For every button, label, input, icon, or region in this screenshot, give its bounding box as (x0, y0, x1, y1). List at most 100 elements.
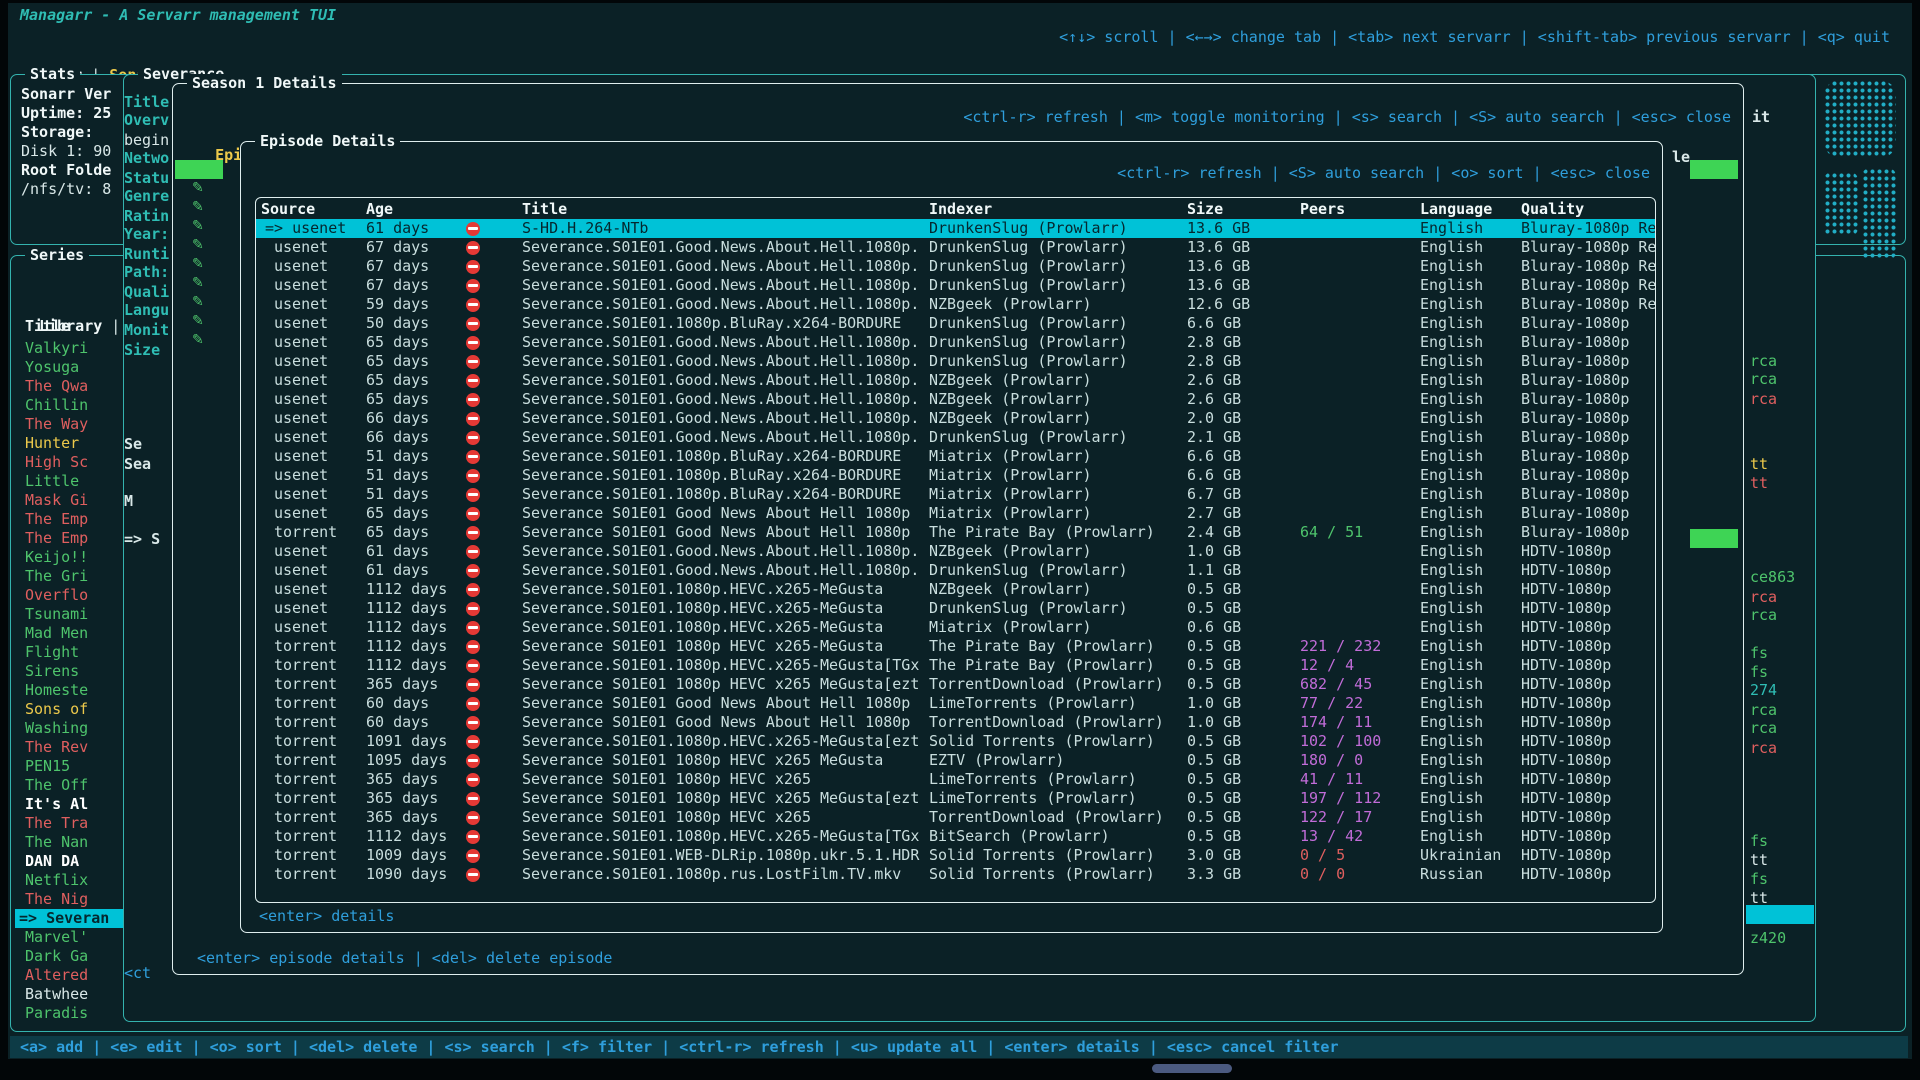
release-row[interactable]: torrent 365 days Severance S01E01 1080p … (256, 808, 1655, 827)
release-row[interactable]: usenet 50 days Severance.S01E01.1080p.Bl… (256, 314, 1655, 333)
release-row[interactable]: torrent 1112 days Severance.S01E01.1080p… (256, 827, 1655, 846)
series-row[interactable]: The Gri (15, 567, 123, 586)
series-row[interactable]: Dark Ga (15, 947, 123, 966)
series-row[interactable]: Washing (15, 719, 123, 738)
series-row[interactable]: Chillin (15, 396, 123, 415)
release-row[interactable]: torrent 1090 days Severance.S01E01.1080p… (256, 865, 1655, 884)
release-row[interactable]: usenet 65 days Severance.S01E01.Good.New… (256, 333, 1655, 352)
series-row[interactable]: Flight (15, 643, 123, 662)
series-row[interactable]: The Emp (15, 510, 123, 529)
series-row[interactable]: The Emp (15, 529, 123, 548)
release-peers: 122 / 17 (1300, 808, 1420, 827)
no-entry-icon (466, 849, 480, 863)
release-reject-cell (466, 412, 522, 426)
series-row[interactable]: PEN15 (15, 757, 123, 776)
release-row[interactable]: torrent 1112 days Severance S01E01 1080p… (256, 637, 1655, 656)
release-row[interactable]: torrent 1009 days Severance.S01E01.WEB-D… (256, 846, 1655, 865)
release-reject-cell (466, 526, 522, 540)
release-row[interactable]: usenet 67 days Severance.S01E01.Good.New… (256, 257, 1655, 276)
series-row[interactable]: => Severan (15, 909, 123, 928)
series-row[interactable]: Homeste (15, 681, 123, 700)
release-language: English (1420, 390, 1521, 409)
series-panel-title: Series (25, 246, 89, 265)
release-row[interactable]: torrent 365 days Severance S01E01 1080p … (256, 675, 1655, 694)
series-row[interactable]: Keijo!! (15, 548, 123, 567)
no-entry-icon (466, 564, 480, 578)
series-row[interactable]: High Sc (15, 453, 123, 472)
release-row[interactable]: usenet 1112 days Severance.S01E01.1080p.… (256, 580, 1655, 599)
release-row[interactable]: usenet 1112 days Severance.S01E01.1080p.… (256, 599, 1655, 618)
release-quality: Bluray-1080p Re (1521, 257, 1655, 276)
release-row[interactable]: usenet 67 days Severance.S01E01.Good.New… (256, 238, 1655, 257)
series-row[interactable]: The Nan (15, 833, 123, 852)
series-row[interactable]: The Off (15, 776, 123, 795)
series-row[interactable]: DAN DA (15, 852, 123, 871)
series-row[interactable]: Sons of (15, 700, 123, 719)
release-peers: 12 / 4 (1300, 656, 1420, 675)
series-row[interactable]: The Tra (15, 814, 123, 833)
release-source: torrent (261, 846, 366, 865)
release-row[interactable]: usenet 61 days Severance.S01E01.Good.New… (256, 561, 1655, 580)
release-quality: HDTV-1080p (1521, 732, 1655, 751)
series-row[interactable]: Mask Gi (15, 491, 123, 510)
series-row[interactable]: Tsunami (15, 605, 123, 624)
release-row[interactable]: usenet 65 days Severance S01E01 Good New… (256, 504, 1655, 523)
release-row[interactable]: torrent 1091 days Severance.S01E01.1080p… (256, 732, 1655, 751)
release-row[interactable]: usenet 51 days Severance.S01E01.1080p.Bl… (256, 485, 1655, 504)
release-age: 1090 days (366, 865, 466, 884)
series-row[interactable]: Altered (15, 966, 123, 985)
release-row[interactable]: usenet 65 days Severance.S01E01.Good.New… (256, 352, 1655, 371)
release-row[interactable]: torrent 60 days Severance S01E01 Good Ne… (256, 694, 1655, 713)
series-title-column-header: Title (25, 317, 70, 336)
series-row[interactable]: Mad Men (15, 624, 123, 643)
release-row[interactable]: usenet 61 days Severance.S01E01.Good.New… (256, 542, 1655, 561)
release-indexer: DrunkenSlug (Prowlarr) (929, 561, 1187, 580)
release-quality: Bluray-1080p Re (1521, 219, 1655, 238)
series-row[interactable]: Valkyri (15, 339, 123, 358)
series-row[interactable]: Yosuga (15, 358, 123, 377)
release-indexer: The Pirate Bay (Prowlarr) (929, 523, 1187, 542)
release-title: Severance.S01E01.Good.News.About.Hell.10… (522, 276, 929, 295)
release-reject-cell (466, 241, 522, 255)
series-row[interactable]: Little (15, 472, 123, 491)
release-row[interactable]: torrent 365 days Severance S01E01 1080p … (256, 789, 1655, 808)
release-row[interactable]: usenet 1112 days Severance.S01E01.1080p.… (256, 618, 1655, 637)
release-row[interactable]: usenet 51 days Severance.S01E01.1080p.Bl… (256, 466, 1655, 485)
series-row[interactable]: The Way (15, 415, 123, 434)
release-row[interactable]: torrent 65 days Severance S01E01 Good Ne… (256, 523, 1655, 542)
release-row[interactable]: usenet 67 days Severance.S01E01.Good.New… (256, 276, 1655, 295)
release-row[interactable]: torrent 1112 days Severance.S01E01.1080p… (256, 656, 1655, 675)
release-row[interactable]: usenet 65 days Severance.S01E01.Good.New… (256, 390, 1655, 409)
series-row[interactable]: The Nig (15, 890, 123, 909)
series-row[interactable]: Batwhee (15, 985, 123, 1004)
release-row[interactable]: usenet 59 days Severance.S01E01.Good.New… (256, 295, 1655, 314)
series-row[interactable]: Paradis (15, 1004, 123, 1023)
release-title: Severance.S01E01.Good.News.About.Hell.10… (522, 371, 929, 390)
release-row[interactable]: torrent 60 days Severance S01E01 Good Ne… (256, 713, 1655, 732)
release-indexer: EZTV (Prowlarr) (929, 751, 1187, 770)
release-row[interactable]: => usenet 61 days S-HD.H.264-NTb Drunken… (256, 219, 1655, 238)
series-row[interactable]: Netflix (15, 871, 123, 890)
series-row[interactable]: Sirens (15, 662, 123, 681)
release-source: usenet (261, 447, 366, 466)
release-row[interactable]: torrent 365 days Severance S01E01 1080p … (256, 770, 1655, 789)
release-row[interactable]: usenet 66 days Severance.S01E01.Good.New… (256, 428, 1655, 447)
release-reject-cell (466, 545, 522, 559)
series-row[interactable]: The Rev (15, 738, 123, 757)
release-reject-cell (466, 260, 522, 274)
series-row[interactable]: Overflo (15, 586, 123, 605)
release-row[interactable]: usenet 51 days Severance.S01E01.1080p.Bl… (256, 447, 1655, 466)
series-row[interactable]: Marvel' (15, 928, 123, 947)
release-language: English (1420, 542, 1521, 561)
series-row[interactable]: Hunter (15, 434, 123, 453)
series-row[interactable]: The Qwa (15, 377, 123, 396)
release-row[interactable]: usenet 65 days Severance.S01E01.Good.New… (256, 371, 1655, 390)
no-entry-icon (466, 450, 480, 464)
no-entry-icon (466, 697, 480, 711)
release-row[interactable]: torrent 1095 days Severance S01E01 1080p… (256, 751, 1655, 770)
release-reject-cell (466, 830, 522, 844)
no-entry-icon (466, 583, 480, 597)
release-reject-cell (466, 621, 522, 635)
series-row[interactable]: It's Al (15, 795, 123, 814)
release-row[interactable]: usenet 66 days Severance.S01E01.Good.New… (256, 409, 1655, 428)
